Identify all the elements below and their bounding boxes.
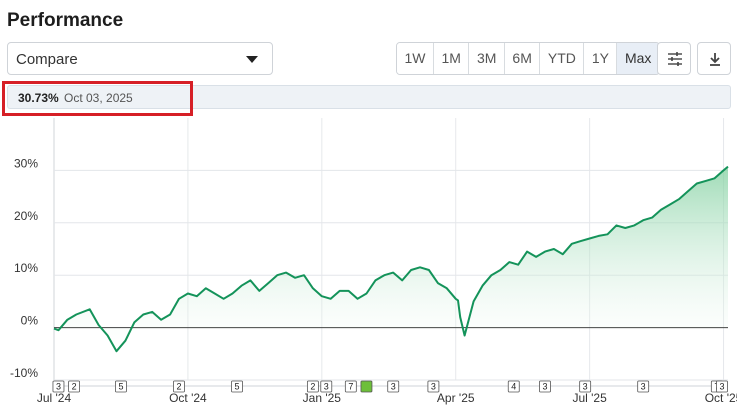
range-3m-button[interactable]: 3M xyxy=(469,43,505,74)
y-tick-label: 10% xyxy=(14,261,38,275)
range-selector: 1W 1M 3M 6M YTD 1Y Max xyxy=(396,42,660,75)
event-marker xyxy=(360,380,373,393)
event-marker-label: 5 xyxy=(234,382,239,392)
event-marker-label: 3 xyxy=(719,382,724,392)
event-marker: 2 xyxy=(68,380,80,393)
download-button[interactable] xyxy=(697,42,731,75)
range-1w-button[interactable]: 1W xyxy=(397,43,434,74)
event-marker-label: 3 xyxy=(431,382,436,392)
range-1y-button[interactable]: 1Y xyxy=(584,43,618,74)
x-tick-label: Jul '25 xyxy=(572,391,607,405)
event-marker-label: 7 xyxy=(348,382,353,392)
caret-down-icon xyxy=(246,56,258,63)
event-marker: 5 xyxy=(231,380,243,393)
event-marker: 3 xyxy=(52,380,65,393)
event-marker-label: 3 xyxy=(56,382,61,392)
y-tick-label: -10% xyxy=(10,366,38,380)
event-marker: 4 xyxy=(507,380,520,393)
x-tick-label: Jan '25 xyxy=(303,391,342,405)
x-tick-label: Apr '25 xyxy=(437,391,475,405)
event-marker-label: 3 xyxy=(391,382,396,392)
event-marker-label: 5 xyxy=(118,382,123,392)
event-marker: 3 xyxy=(320,380,333,393)
event-marker-label: 4 xyxy=(511,382,516,392)
range-1m-button[interactable]: 1M xyxy=(434,43,470,74)
event-marker-label: 2 xyxy=(176,382,181,392)
y-tick-label: 0% xyxy=(21,314,39,328)
event-marker: 3 xyxy=(579,380,592,393)
x-tick-label: Oct '25 xyxy=(705,391,737,405)
settings-button[interactable] xyxy=(657,42,691,75)
event-marker-box xyxy=(360,380,373,393)
event-marker: 2 xyxy=(306,380,319,393)
y-tick-label: 30% xyxy=(14,156,38,170)
range-ytd-button[interactable]: YTD xyxy=(540,43,585,74)
page-title: Performance xyxy=(7,10,124,31)
event-marker-label: 3 xyxy=(641,382,646,392)
compare-dropdown[interactable]: Compare xyxy=(7,42,273,75)
event-marker: 3 xyxy=(539,380,551,393)
event-markers: 3252523733433373 xyxy=(52,380,728,393)
event-marker: 3 xyxy=(387,380,400,393)
range-6m-button[interactable]: 6M xyxy=(504,43,541,74)
download-icon xyxy=(710,53,720,66)
event-marker-label: 2 xyxy=(72,382,77,392)
event-marker: 3 xyxy=(637,380,650,393)
event-marker: 2 xyxy=(173,380,185,393)
y-tick-label: 20% xyxy=(14,209,38,223)
event-marker-label: 2 xyxy=(310,382,315,392)
event-marker: 3 xyxy=(716,380,728,393)
area-fill xyxy=(54,166,728,352)
x-tick-label: Jul '24 xyxy=(37,391,72,405)
range-max-button[interactable]: Max xyxy=(617,43,659,74)
event-marker-label: 3 xyxy=(324,382,329,392)
x-tick-label: Oct '24 xyxy=(169,391,207,405)
event-marker: 7 xyxy=(344,380,357,393)
sliders-icon xyxy=(668,52,682,66)
event-marker-label: 3 xyxy=(583,382,588,392)
event-marker: 3 xyxy=(427,380,440,393)
event-marker: 5 xyxy=(115,380,127,393)
chart-area xyxy=(53,165,729,353)
compare-label: Compare xyxy=(16,51,78,68)
performance-chart[interactable]: 30% 20% 10% 0% -10% Jul '24 Oct '24 Jan '25 Apr … xyxy=(0,110,737,412)
event-marker-label: 3 xyxy=(542,382,547,392)
